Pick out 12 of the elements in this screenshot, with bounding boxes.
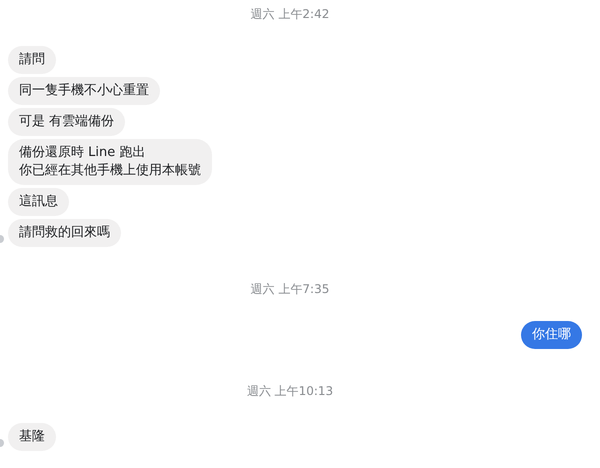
- message-text: 你已經在其他手機上使用本帳號: [19, 162, 201, 180]
- message-text: 備份還原時 Line 跑出: [19, 144, 146, 162]
- message-text: 這訊息: [19, 193, 58, 211]
- message-text: 請問救的回來嗎: [19, 224, 110, 242]
- message-text: 請問: [19, 51, 45, 69]
- timestamp: 週六 上午7:35: [250, 281, 330, 297]
- message-text: 可是 有雲端備份: [19, 113, 114, 131]
- message-text: 基隆: [19, 428, 45, 446]
- message-text: 你住哪: [532, 326, 571, 344]
- timestamp: 週六 上午2:42: [250, 6, 330, 22]
- timestamp: 週六 上午10:13: [246, 383, 334, 399]
- message-text: 同一隻手機不小心重置: [19, 82, 149, 100]
